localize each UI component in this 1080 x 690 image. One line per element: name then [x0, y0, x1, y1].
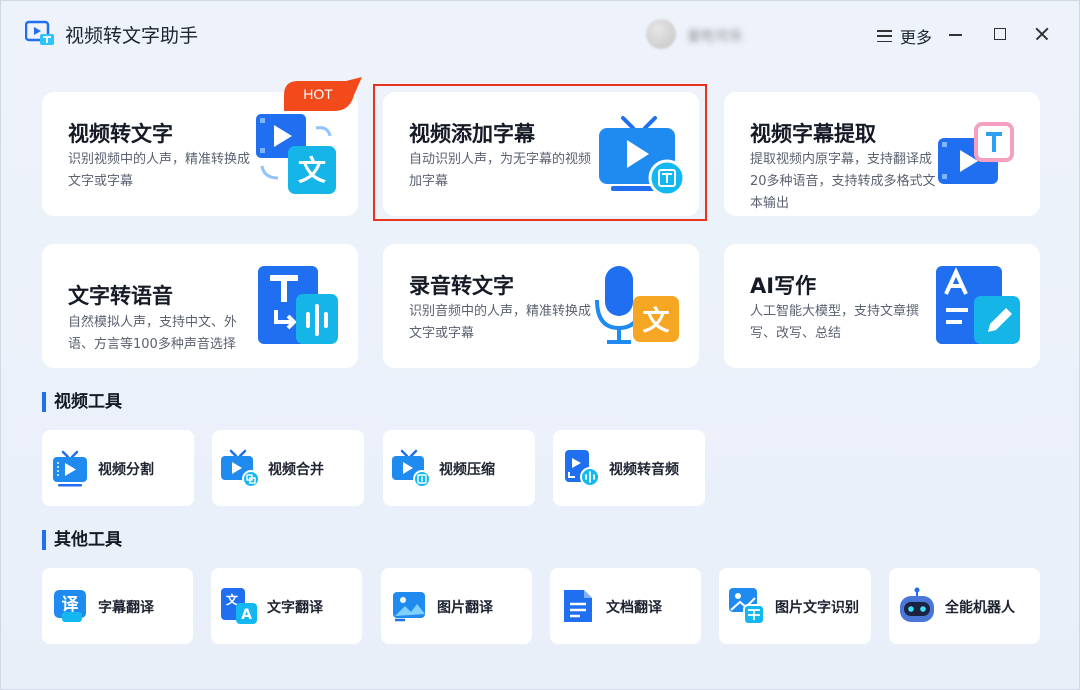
title-bar: 视频转文字助手 爱吃可乐 更多 [1, 1, 1079, 65]
tool-label: 视频压缩 [439, 462, 495, 478]
menu-icon [877, 30, 892, 42]
image-translate-icon [393, 592, 425, 622]
svg-text:A: A [241, 607, 252, 623]
hot-label: HOT [303, 86, 333, 102]
close-button[interactable] [1031, 23, 1053, 45]
card-title: 文字转语音 [68, 284, 173, 308]
user-avatar[interactable] [646, 19, 676, 49]
card-title: 视频转文字 [68, 122, 173, 146]
tool-label: 视频分割 [98, 462, 154, 478]
svg-text:译: 译 [62, 595, 80, 615]
tool-label: 字幕翻译 [98, 600, 154, 616]
card-desc: 识别视频中的人声，精准转换成文字或字幕 [68, 152, 251, 189]
card-title: 视频字幕提取 [750, 122, 876, 146]
tool-label: 全能机器人 [945, 600, 1015, 616]
tool-video-compress[interactable]: 视频压缩 [383, 430, 535, 506]
tool-robot[interactable]: 全能机器人 [889, 568, 1040, 644]
document-translate-icon [564, 590, 592, 622]
tool-image-translate[interactable]: 图片翻译 [381, 568, 532, 644]
video-compress-icon [392, 449, 431, 488]
card-desc: 提取视频内原字幕，支持翻译成20多种语音，支持转成多格式文本输出 [750, 152, 936, 211]
tool-document-translate[interactable]: 文档翻译 [550, 568, 701, 644]
tool-label: 图片翻译 [437, 600, 493, 616]
card-desc: 自动识别人声，为无字幕的视频加字幕 [409, 152, 592, 189]
robot-icon [900, 587, 934, 622]
card-audio-to-text[interactable]: 录音转文字 识别音频中的人声，精准转换成文字或字幕 文 [383, 244, 699, 368]
app-logo-icon [25, 20, 54, 45]
maximize-button[interactable] [989, 23, 1011, 45]
other-tools-title: 其他工具 [42, 530, 122, 550]
video-merge-icon [221, 449, 260, 488]
tool-label: 视频转音频 [609, 462, 679, 478]
more-label: 更多 [900, 28, 933, 47]
tool-image-ocr[interactable]: 图片文字识别 [719, 568, 871, 644]
tool-video-split[interactable]: 视频分割 [42, 430, 194, 506]
subtitle-extract-icon [938, 122, 1014, 184]
app-title: 视频转文字助手 [65, 25, 199, 47]
video-to-audio-icon [565, 450, 600, 487]
svg-text:文: 文 [298, 154, 326, 187]
text-to-speech-icon [258, 266, 338, 344]
tool-subtitle-translate[interactable]: 译 字幕翻译 [42, 568, 193, 644]
audio-to-text-icon: 文 [595, 266, 679, 344]
card-title: 录音转文字 [409, 274, 514, 298]
video-tools-title: 视频工具 [42, 392, 122, 412]
ai-writing-icon [936, 266, 1020, 344]
app-window: 视频转文字助手 爱吃可乐 更多 视频转文字 识别视频中的人声，精准转换成文字或字… [0, 0, 1080, 690]
hot-badge: HOT [284, 77, 364, 111]
tool-label: 文档翻译 [606, 600, 662, 616]
minimize-button[interactable] [945, 23, 967, 45]
card-title: 视频添加字幕 [409, 122, 535, 146]
tool-video-to-audio[interactable]: 视频转音频 [553, 430, 705, 506]
text-translate-icon: 文 A [221, 588, 257, 624]
svg-text:文: 文 [643, 305, 671, 337]
username[interactable]: 爱吃可乐 [687, 26, 743, 46]
video-to-text-icon: 文 [256, 114, 336, 194]
card-desc: 自然模拟人声，支持中文、外语、方言等100多种声音选择 [68, 315, 238, 352]
tool-label: 文字翻译 [267, 600, 323, 616]
card-ai-writing[interactable]: AI写作 人工智能大模型，支持文章撰写、改写、总结 [724, 244, 1040, 368]
card-desc: 人工智能大模型，支持文章撰写、改写、总结 [750, 304, 920, 341]
tool-text-translate[interactable]: 文 A 文字翻译 [211, 568, 362, 644]
tool-video-merge[interactable]: 视频合并 [212, 430, 364, 506]
more-menu-button[interactable]: 更多 [877, 25, 932, 47]
card-text-to-speech[interactable]: 文字转语音 自然模拟人声，支持中文、外语、方言等100多种声音选择 [42, 244, 358, 368]
image-ocr-icon [729, 588, 765, 625]
subtitle-translate-icon: 译 [54, 590, 86, 622]
card-desc: 识别音频中的人声，精准转换成文字或字幕 [409, 304, 592, 341]
tool-label: 视频合并 [268, 462, 324, 478]
tv-subtitle-icon [599, 116, 685, 197]
card-title: AI写作 [750, 274, 817, 298]
card-subtitle-extract[interactable]: 视频字幕提取 提取视频内原字幕，支持翻译成20多种语音，支持转成多格式文本输出 [724, 92, 1040, 216]
card-video-add-subtitle[interactable]: 视频添加字幕 自动识别人声，为无字幕的视频加字幕 [383, 92, 699, 216]
tool-label: 图片文字识别 [775, 600, 859, 616]
video-split-icon [53, 450, 87, 487]
